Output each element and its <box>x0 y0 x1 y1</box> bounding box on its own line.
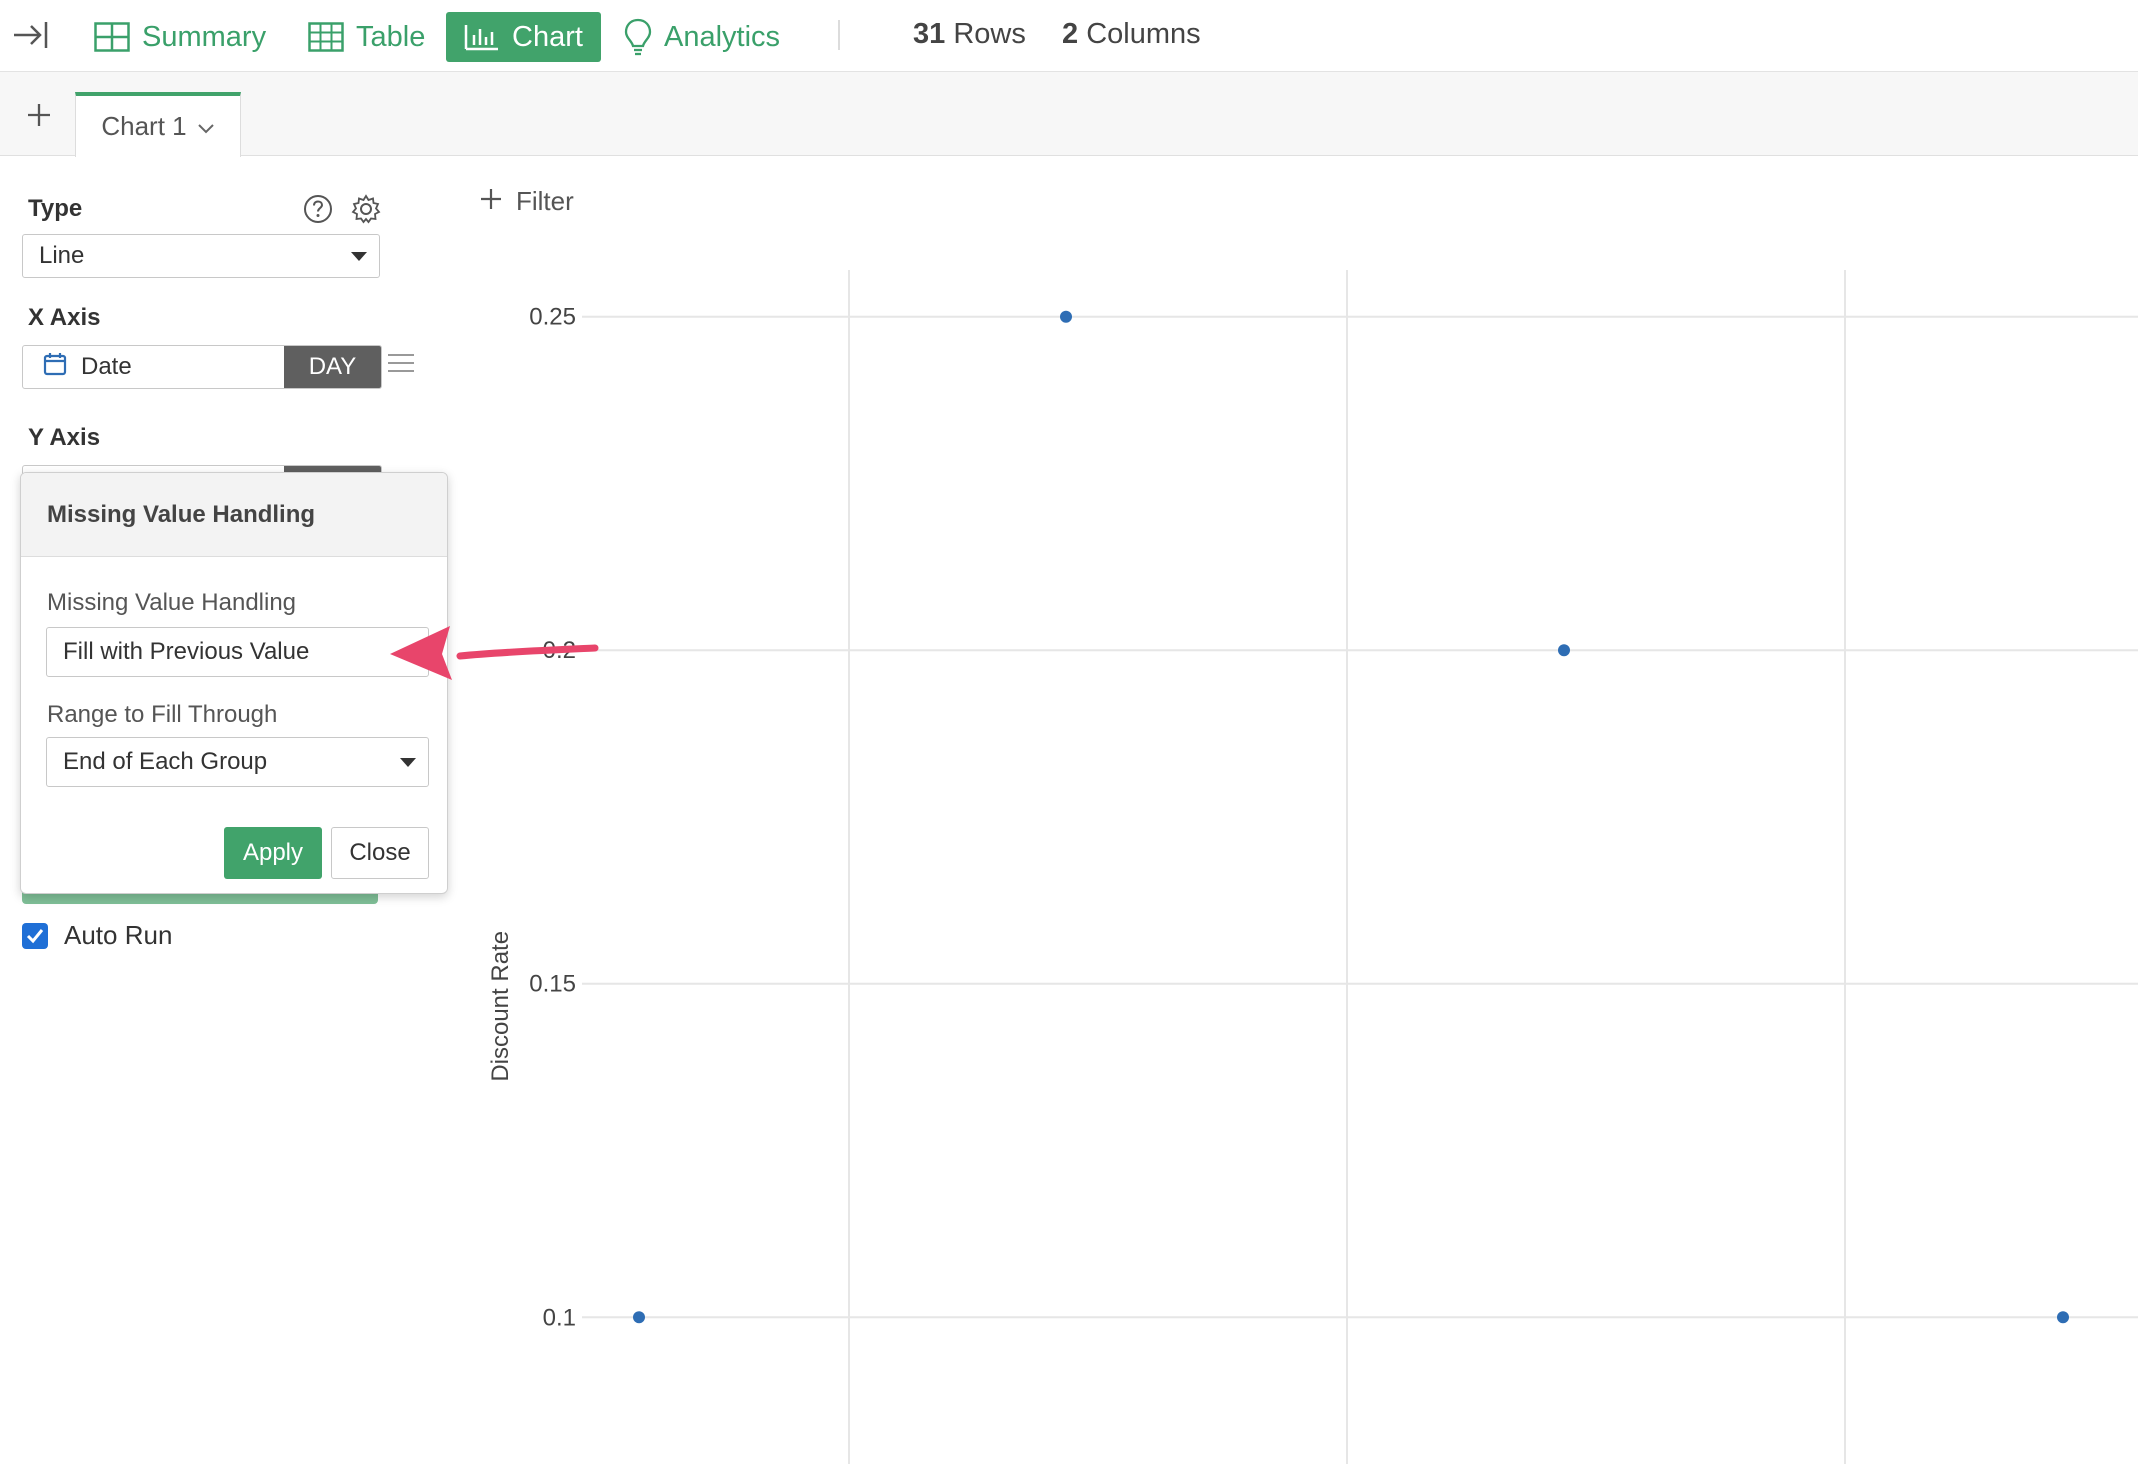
range-to-fill-select[interactable]: End of Each Group <box>46 737 429 787</box>
tab-analytics-label: Analytics <box>664 20 781 53</box>
popover-title: Missing Value Handling <box>21 473 447 557</box>
plus-icon <box>480 186 502 217</box>
line-chart: 0.250.20.150.1Discount Rate <box>487 270 2138 1464</box>
bar-chart-icon <box>464 23 500 51</box>
type-label: Type <box>28 195 83 222</box>
tab-chart-1[interactable]: Chart 1 <box>75 92 241 157</box>
chart-type-select[interactable]: Line <box>22 234 380 278</box>
chart-tab-label: Chart 1 <box>101 111 187 141</box>
x-axis-menu-icon[interactable] <box>388 354 414 376</box>
x-axis-unit-button[interactable]: DAY <box>284 346 381 388</box>
annotation-arrow-icon <box>390 626 599 680</box>
columns-count: 2 Columns <box>1062 18 1201 50</box>
chart-type-value: Line <box>39 242 85 269</box>
auto-run-checkbox[interactable] <box>22 922 48 949</box>
data-point[interactable] <box>633 1311 645 1324</box>
missing-value-handling-value: Fill with Previous Value <box>63 638 310 665</box>
y-axis-label: Y Axis <box>28 424 101 451</box>
x-axis-field-name: Date <box>81 353 132 380</box>
chevron-down-icon <box>197 111 215 142</box>
y-axis-title: Discount Rate <box>487 931 514 1082</box>
y-tick-label: 0.1 <box>543 1304 576 1331</box>
tab-table[interactable]: Table <box>294 12 439 62</box>
missing-value-handling-select[interactable]: Fill with Previous Value <box>46 627 429 677</box>
gear-icon[interactable] <box>351 194 381 229</box>
add-filter-button[interactable]: Filter <box>480 186 574 217</box>
add-chart-tab-icon[interactable] <box>22 98 56 132</box>
tab-analytics[interactable]: Analytics <box>610 12 794 62</box>
y-tick-label: 0.25 <box>529 304 576 331</box>
table-icon <box>308 22 344 52</box>
top-toolbar: Summary Table Chart Analytics 31 Rows 2 … <box>0 0 2138 72</box>
toolbar-divider <box>838 20 840 50</box>
chart-tabbar: Chart 1 <box>0 72 2138 157</box>
tab-chart[interactable]: Chart <box>446 12 601 62</box>
close-button[interactable]: Close <box>331 827 429 879</box>
rows-count: 31 Rows <box>913 18 1026 50</box>
apply-button[interactable]: Apply <box>224 827 322 879</box>
summary-grid-icon <box>94 22 130 52</box>
caret-down-icon <box>400 758 416 767</box>
data-point[interactable] <box>2057 1311 2069 1324</box>
lightbulb-icon <box>624 18 652 56</box>
auto-run-toggle[interactable]: Auto Run <box>22 920 172 951</box>
tab-summary[interactable]: Summary <box>80 12 280 62</box>
x-axis-label: X Axis <box>28 304 101 331</box>
y-tick-label: 0.15 <box>529 971 576 998</box>
help-icon[interactable] <box>303 194 333 229</box>
data-point[interactable] <box>1060 310 1072 323</box>
tab-table-label: Table <box>356 20 426 53</box>
filter-label: Filter <box>516 186 574 216</box>
auto-run-label: Auto Run <box>64 920 173 950</box>
range-to-fill-label: Range to Fill Through <box>47 701 278 728</box>
caret-down-icon <box>351 252 367 261</box>
calendar-icon <box>43 352 67 383</box>
missing-value-handling-label: Missing Value Handling <box>47 589 297 616</box>
x-axis-field[interactable]: Date DAY <box>22 345 382 389</box>
tab-summary-label: Summary <box>142 20 267 53</box>
tab-chart-label: Chart <box>512 20 583 53</box>
data-point[interactable] <box>1558 644 1570 657</box>
range-to-fill-value: End of Each Group <box>63 748 268 775</box>
collapse-sidebar-icon[interactable] <box>10 14 52 56</box>
